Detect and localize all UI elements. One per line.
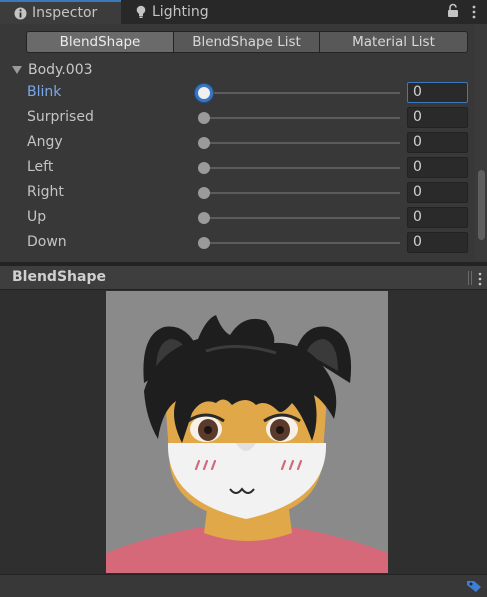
tab-inspector[interactable]: Inspector [0, 0, 121, 24]
preview-title: BlendShape [12, 269, 106, 285]
blendshape-value-field[interactable]: 0 [407, 232, 468, 253]
slider-handle[interactable] [198, 212, 210, 224]
tab-inspector-label: Inspector [32, 5, 98, 21]
blendshape-row-surprised: Surprised 0 [0, 106, 487, 131]
slider-handle[interactable] [195, 84, 213, 102]
lightbulb-icon [135, 5, 147, 19]
slider-track[interactable] [204, 167, 400, 169]
info-icon [14, 7, 27, 20]
blendshape-label: Blink [27, 84, 62, 100]
preview-footer [0, 574, 487, 594]
blendshape-tab-button[interactable]: BlendShape [26, 31, 174, 53]
blendshape-label: Left [27, 159, 54, 175]
blendshape-value-field[interactable]: 0 [407, 207, 468, 228]
window-tab-bar: Inspector Lighting [0, 0, 487, 24]
blendshape-value-field[interactable]: 0 [407, 132, 468, 153]
slider-track[interactable] [204, 142, 400, 144]
avatar-preview-render[interactable] [106, 291, 388, 573]
slider-track[interactable] [204, 192, 400, 194]
blendshape-value-field[interactable]: 0 [407, 107, 468, 128]
foldout-label: Body.003 [28, 62, 93, 78]
blendshape-row-up: Up 0 [0, 206, 487, 231]
slider-handle[interactable] [198, 162, 210, 174]
slider-handle[interactable] [198, 112, 210, 124]
foldout-arrow-icon[interactable] [12, 66, 22, 74]
blendshape-row-angy: Angy 0 [0, 131, 487, 156]
blendshape-label: Up [27, 209, 47, 225]
more-options-icon[interactable] [471, 4, 477, 19]
tab-lighting[interactable]: Lighting [131, 0, 209, 24]
slider-handle[interactable] [198, 187, 210, 199]
blendshape-row-left: Left 0 [0, 156, 487, 181]
inspector-scrollbar-thumb[interactable] [478, 170, 485, 240]
slider-track[interactable] [204, 117, 400, 119]
blendshape-label: Surprised [27, 109, 94, 125]
blendshape-value-field[interactable]: 0 [407, 157, 468, 178]
slider-handle[interactable] [198, 137, 210, 149]
blendshape-row-right: Right 0 [0, 181, 487, 206]
blendshape-label: Angy [27, 134, 63, 150]
preview-header: BlendShape [0, 266, 487, 290]
blendshape-value-field[interactable]: 0 [407, 82, 468, 103]
blendshape-row-blink: Blink 0 [0, 81, 487, 106]
preview-options-icon[interactable] [478, 271, 482, 286]
asset-label-icon[interactable] [466, 578, 482, 592]
blendshape-row-down: Down 0 [0, 231, 487, 256]
blendshape-label: Down [27, 234, 67, 250]
blendshape-list-tab-button[interactable]: BlendShape List [173, 31, 320, 53]
blendshape-label: Right [27, 184, 64, 200]
mesh-foldout[interactable]: Body.003 [12, 60, 93, 80]
view-mode-toolbar: BlendShape BlendShape List Material List [26, 31, 468, 53]
slider-track[interactable] [204, 242, 400, 244]
drag-handle-icon[interactable] [468, 271, 472, 285]
lock-icon[interactable] [446, 3, 460, 19]
slider-track[interactable] [204, 92, 400, 94]
blendshape-value-field[interactable]: 0 [407, 182, 468, 203]
material-list-tab-button[interactable]: Material List [319, 31, 468, 53]
slider-track[interactable] [204, 217, 400, 219]
slider-handle[interactable] [198, 237, 210, 249]
tab-lighting-label: Lighting [152, 4, 209, 20]
